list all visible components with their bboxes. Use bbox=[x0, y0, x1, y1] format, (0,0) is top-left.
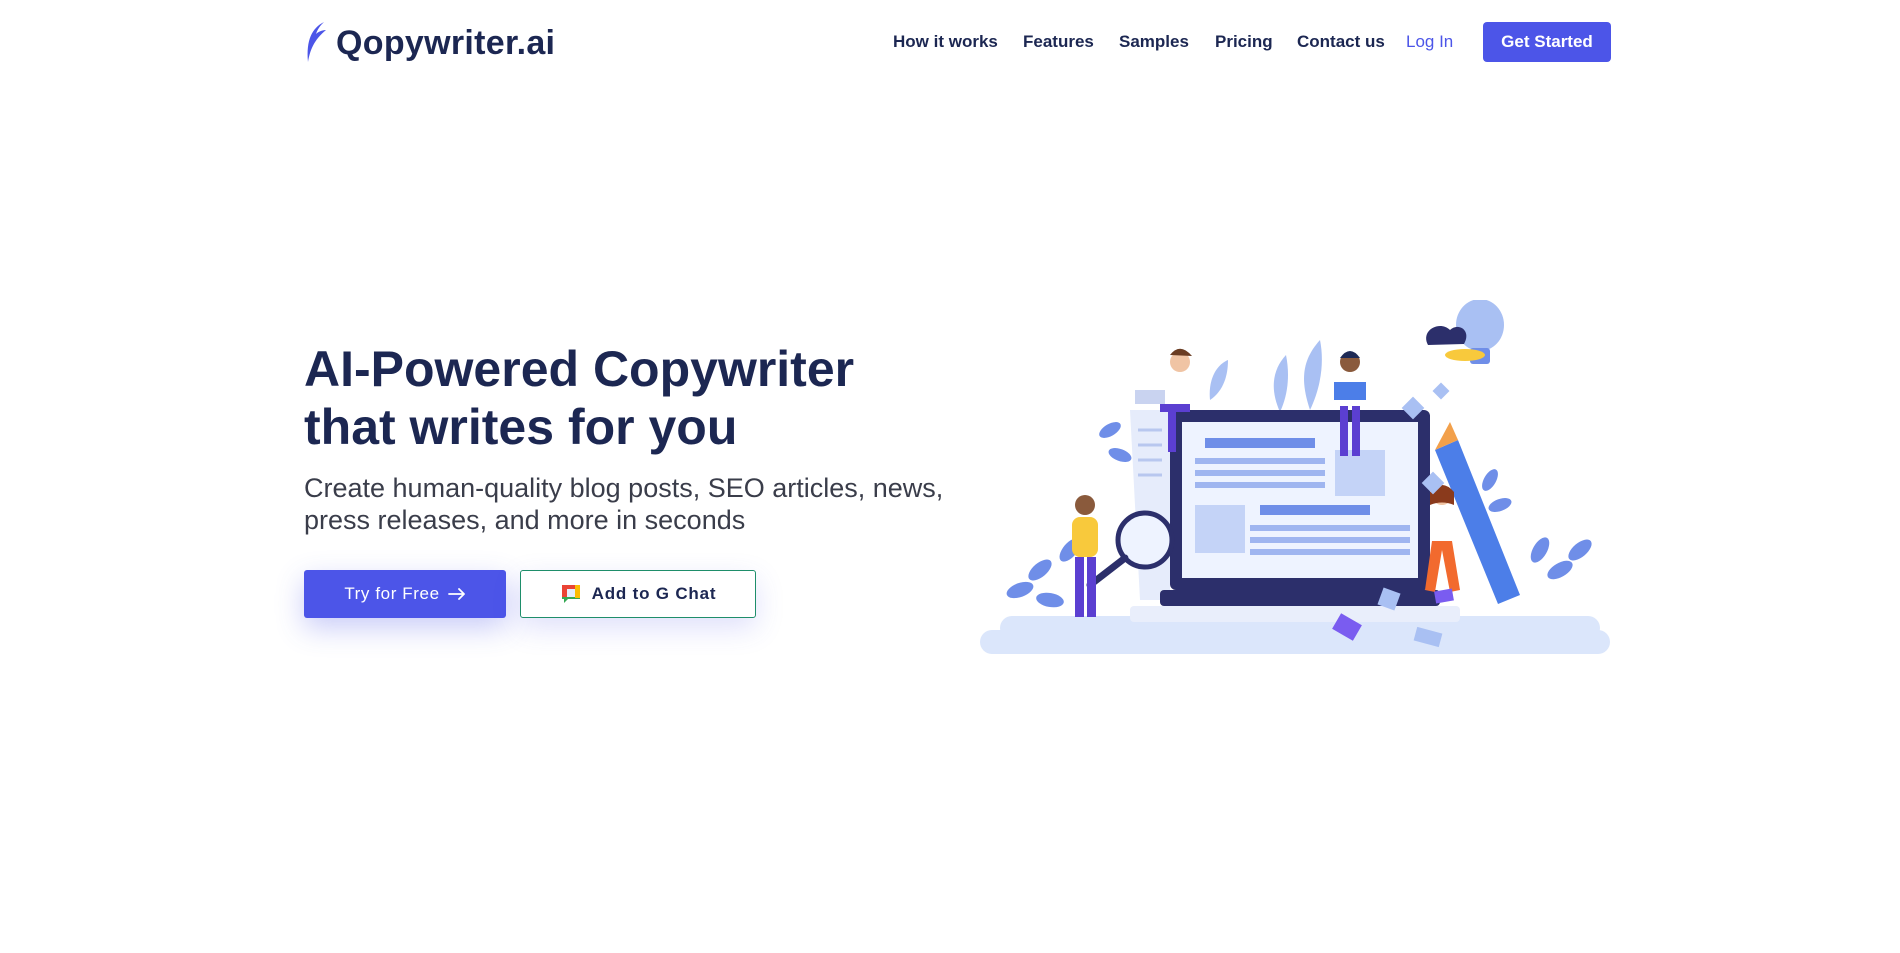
get-started-button[interactable]: Get Started bbox=[1483, 22, 1611, 62]
google-chat-icon bbox=[561, 585, 580, 603]
hero-subtitle: Create human-quality blog posts, SEO art… bbox=[304, 472, 974, 536]
main-nav: How it works Features Samples Pricing Co… bbox=[0, 22, 1900, 62]
hero-title-line-1: AI-Powered Copywriter bbox=[304, 341, 855, 397]
hero-title: AI-Powered Copywriter that writes for yo… bbox=[304, 340, 964, 456]
login-link[interactable]: Log In bbox=[1406, 32, 1453, 52]
nav-pricing[interactable]: Pricing bbox=[1215, 32, 1273, 52]
nav-samples[interactable]: Samples bbox=[1119, 32, 1189, 52]
hero-title-line-2: that writes for you bbox=[304, 399, 738, 455]
try-for-free-button[interactable]: Try for Free bbox=[304, 570, 506, 618]
nav-contact-us[interactable]: Contact us bbox=[1297, 32, 1385, 52]
arrow-right-icon bbox=[447, 588, 465, 600]
nav-how-it-works[interactable]: How it works bbox=[893, 32, 998, 52]
nav-features[interactable]: Features bbox=[1023, 32, 1094, 52]
hero-subtitle-line-1: Create human-quality blog posts, SEO art… bbox=[304, 473, 944, 503]
add-to-g-chat-label: Add to G Chat bbox=[591, 584, 717, 603]
hero-illustration bbox=[980, 299, 1610, 660]
top-navigation: Qopywriter.ai How it works Features Samp… bbox=[0, 0, 1900, 86]
laptop-team-illustration bbox=[980, 299, 1610, 654]
try-for-free-label: Try for Free bbox=[344, 584, 440, 603]
hero-subtitle-line-2: press releases, and more in seconds bbox=[304, 505, 746, 535]
add-to-g-chat-button[interactable]: Add to G Chat bbox=[520, 570, 756, 618]
